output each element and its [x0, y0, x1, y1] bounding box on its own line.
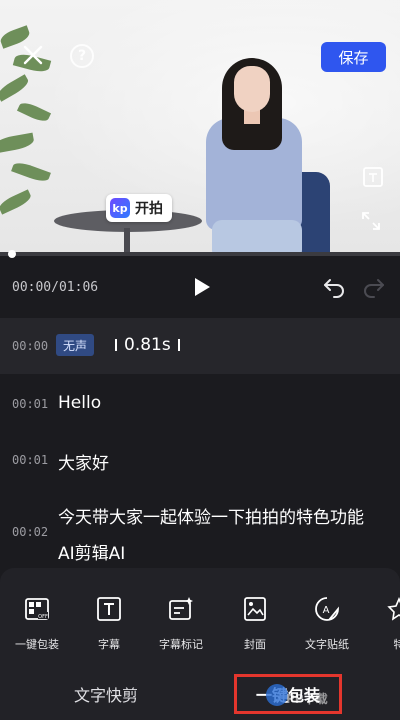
subtitle-text: 大家好: [58, 454, 109, 474]
close-icon[interactable]: [20, 42, 46, 68]
fullscreen-icon[interactable]: [360, 210, 382, 232]
tool-effects[interactable]: 特: [364, 596, 400, 652]
text-sticker-icon: A: [315, 597, 339, 621]
row-time: 00:01: [12, 453, 49, 467]
redo-icon[interactable]: [362, 276, 386, 298]
tool-label: 一键包装: [15, 638, 59, 651]
subtitle-mark-icon: [169, 597, 193, 620]
row-time: 00:00: [12, 339, 49, 353]
progress-track[interactable]: [0, 252, 400, 256]
app-logo-badge: kp 开拍: [106, 194, 172, 222]
tool-auto-package[interactable]: OFF 一键包装: [2, 596, 72, 652]
undo-icon[interactable]: [322, 276, 346, 298]
tab-text-quick-edit[interactable]: 文字快剪: [74, 682, 138, 706]
tool-label: 文字贴纸: [305, 638, 349, 651]
subtitle-text-line2: AI剪辑AI: [58, 544, 126, 564]
silent-duration: 0.81s: [108, 335, 187, 355]
tool-subtitle[interactable]: 字幕: [74, 596, 144, 652]
subtitle-icon: [97, 597, 121, 621]
cover-icon: [244, 597, 266, 621]
row-time: 00:02: [12, 525, 49, 539]
tool-text-sticker[interactable]: A 文字贴纸: [292, 596, 362, 652]
logo-text: 开拍: [135, 201, 163, 217]
person-face: [234, 66, 270, 112]
bottom-panel: OFF 一键包装 字幕 字幕标记 封面 A 文字贴纸 特 文字快剪 一键包装 P…: [0, 568, 400, 720]
person-legs: [212, 220, 302, 256]
auto-package-icon: OFF: [25, 598, 49, 620]
svg-text:OFF: OFF: [38, 614, 48, 620]
playback-time: 00:00/01:06: [12, 280, 99, 295]
row-time: 00:01: [12, 397, 49, 411]
subtitle-text: Hello: [58, 393, 102, 413]
tool-label: 字幕标记: [159, 638, 203, 651]
silent-duration-text: 0.81s: [124, 335, 171, 355]
progress-handle[interactable]: [8, 250, 16, 258]
silent-segment-row[interactable]: 00:00 无声 0.81s: [0, 318, 400, 374]
tool-cover[interactable]: 封面: [220, 596, 290, 652]
help-glyph: ?: [77, 48, 87, 64]
svg-text:A: A: [323, 605, 330, 616]
tool-label: 特: [393, 638, 400, 651]
duration-tick-left: [115, 339, 117, 351]
tool-subtitle-mark[interactable]: 字幕标记: [146, 596, 216, 652]
watermark-logo: [266, 684, 288, 706]
video-preview[interactable]: kp 开拍 ? 保存: [0, 0, 400, 256]
save-button[interactable]: 保存: [321, 42, 386, 72]
play-icon[interactable]: [192, 276, 212, 298]
silent-badge: 无声: [56, 334, 95, 356]
subtitle-text-line1: 今天带大家一起体验一下拍拍的特色功能: [58, 508, 364, 528]
tool-label: 字幕: [98, 638, 120, 651]
crop-icon[interactable]: [362, 166, 384, 188]
help-icon[interactable]: ?: [70, 44, 94, 68]
tool-label: 封面: [244, 638, 266, 651]
watermark-text: PP下载: [286, 692, 328, 706]
duration-tick-right: [177, 339, 180, 351]
effects-icon: [387, 596, 400, 621]
logo-mark: kp: [110, 198, 130, 218]
playback-bar: 00:00/01:06: [0, 258, 400, 316]
